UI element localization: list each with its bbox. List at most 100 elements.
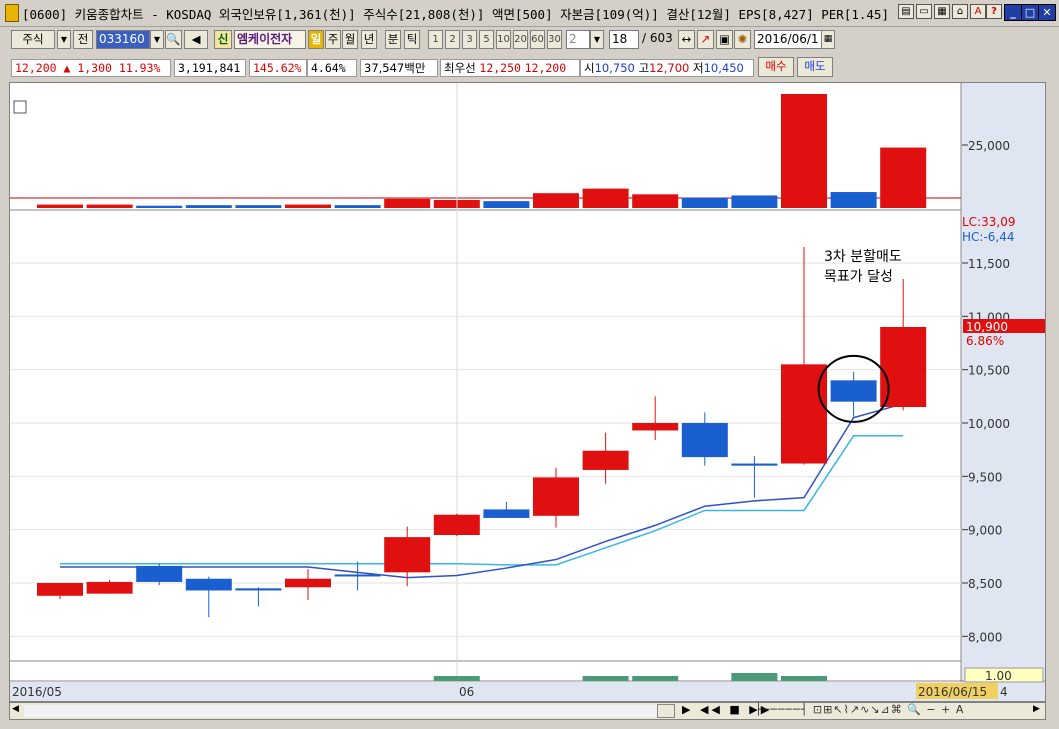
layout-icon[interactable]: ▤	[898, 4, 914, 19]
interval-30[interactable]: 30	[547, 30, 562, 49]
prev-button[interactable]: 전	[73, 30, 93, 49]
price-axis-bg	[961, 83, 1045, 701]
drawing-tools[interactable]: ├─────┤ ⊡⊞↖⌇↗∿↘⊿⌘ 🔍 − + A	[755, 703, 964, 716]
stock-chart[interactable]: 25,000 8,000 8,500 9,000 9,500 10,000 10,500 11…	[10, 83, 1045, 701]
oscillator-bar	[433, 676, 480, 681]
candle-body	[632, 423, 679, 431]
calendar-icon[interactable]: ▦	[821, 30, 835, 49]
scroll-left-icon[interactable]: ◀	[12, 704, 19, 714]
zoom-icon[interactable]: ↔	[678, 30, 695, 49]
candle-body	[86, 581, 133, 594]
period-day[interactable]: 일	[308, 30, 324, 49]
x-axis-bg	[10, 682, 1045, 701]
interval-20[interactable]: 20	[513, 30, 528, 49]
price-axis-label: 9,000	[968, 524, 1002, 538]
period-minute[interactable]: 분	[385, 30, 401, 49]
change-percent: 11.93%	[118, 61, 161, 75]
minimize-button[interactable]: _	[1004, 4, 1022, 21]
period-tick[interactable]: 틱	[404, 30, 420, 49]
print-icon[interactable]: ▣	[716, 30, 733, 49]
interval-dropdown-icon[interactable]: ▼	[590, 30, 604, 49]
search-icon[interactable]: 🔍	[165, 30, 182, 49]
low-value: 10,450	[703, 61, 744, 75]
support-line-dark	[60, 403, 904, 579]
high-value: 12,700	[649, 61, 690, 75]
toolbar: 주식 ▼ 전 033160 ▼ 🔍 ◀ 신 엠케이전자 일 주 월 년 분 틱 …	[0, 27, 1059, 54]
support-line-light	[60, 435, 904, 566]
code-dropdown-icon[interactable]: ▼	[150, 30, 164, 49]
font-icon[interactable]: A	[970, 4, 986, 19]
candle-body	[582, 450, 629, 470]
market-select[interactable]: 주식	[11, 30, 55, 49]
interval-10[interactable]: 10	[496, 30, 511, 49]
period-week[interactable]: 주	[325, 30, 341, 49]
help-icon[interactable]: ?	[986, 4, 1002, 19]
volume-bar	[285, 204, 331, 208]
panel-menu-icon	[13, 100, 27, 114]
volume-bar	[483, 201, 530, 208]
candle-body	[731, 463, 778, 466]
volume-axis-label: 25,000	[968, 139, 1010, 153]
x-label-may: 2016/05	[12, 685, 62, 699]
price-axis-label: 11,500	[968, 257, 1010, 271]
interval-5[interactable]: 5	[479, 30, 494, 49]
total-count: / 603	[642, 31, 673, 45]
oscillator-bar	[731, 673, 778, 681]
volume: 3,191,841	[174, 59, 246, 77]
candle-body	[483, 509, 530, 518]
candle-body	[37, 583, 83, 596]
current-date-label: 2016/06/15	[918, 685, 987, 699]
chevron-down-icon[interactable]: ▼	[57, 30, 71, 49]
best-bid: 12,200	[524, 61, 567, 75]
chart-frame[interactable]: 25,000 8,000 8,500 9,000 9,500 10,000 10,500 11…	[9, 82, 1046, 702]
volume-bar	[632, 194, 679, 208]
close-button[interactable]: ✕	[1038, 4, 1056, 21]
scroll-right-icon[interactable]: ▶	[1033, 704, 1040, 714]
volume-bar	[681, 197, 728, 208]
interval-input[interactable]: 2	[566, 30, 590, 49]
lc-label: LC:33,09	[962, 215, 1015, 229]
price-group: 12,200 ▲ 1,300 11.93%	[11, 59, 171, 77]
volume-bar	[37, 204, 83, 208]
current-price-label: 10,900	[966, 320, 1008, 334]
current-price: 12,200	[15, 61, 57, 75]
volume-bar	[533, 193, 579, 208]
candle-body	[235, 588, 282, 591]
speaker-icon[interactable]: ◀	[184, 30, 208, 49]
x-label-june: 06	[459, 685, 474, 699]
count-input[interactable]: 18	[609, 30, 639, 49]
interval-60[interactable]: 60	[530, 30, 545, 49]
interval-1[interactable]: 1	[428, 30, 443, 49]
stock-name-field: 엠케이전자	[234, 30, 306, 49]
candle-body	[433, 514, 480, 535]
interval-3[interactable]: 3	[462, 30, 477, 49]
price-axis-label: 9,500	[968, 470, 1002, 484]
price-axis-label: 8,500	[968, 577, 1002, 591]
open-value: 10,750	[594, 61, 635, 75]
volume-bar	[334, 205, 381, 208]
restore-button[interactable]: □	[1021, 4, 1039, 21]
date-input[interactable]: 2016/06/1	[754, 30, 822, 49]
new-button[interactable]: 신	[214, 30, 232, 49]
scroll-thumb[interactable]	[657, 704, 675, 718]
candle-body	[185, 578, 232, 591]
interval-2[interactable]: 2	[445, 30, 460, 49]
buy-button[interactable]: 매수	[758, 57, 794, 77]
turnover: 4.64%	[307, 59, 357, 77]
candle-body	[533, 477, 579, 516]
gear-icon[interactable]: ✺	[734, 30, 751, 49]
stock-code-input[interactable]: 033160	[96, 30, 150, 49]
volume-bar	[185, 205, 232, 208]
oscillator-bar	[582, 676, 629, 681]
volume-bar	[731, 195, 778, 208]
trend-icon[interactable]: ↗	[697, 30, 714, 49]
period-month[interactable]: 월	[342, 30, 358, 49]
candle-body	[285, 578, 331, 588]
scroll-track[interactable]	[24, 705, 674, 717]
grid-icon[interactable]: ▦	[934, 4, 950, 19]
sell-button[interactable]: 매도	[797, 57, 833, 77]
chart-icon[interactable]: ⌂	[952, 4, 968, 19]
window-icon[interactable]: ▭	[916, 4, 932, 19]
period-year[interactable]: 년	[361, 30, 377, 49]
candle-body	[384, 537, 431, 573]
